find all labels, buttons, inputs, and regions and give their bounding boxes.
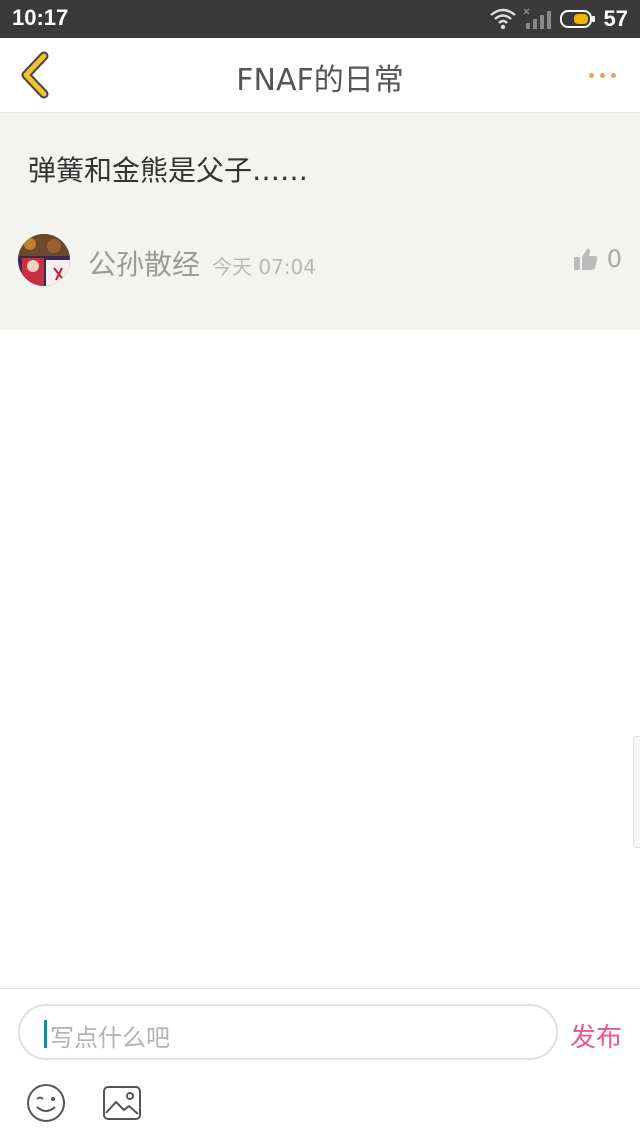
text-caret [44,1020,47,1048]
publish-button[interactable]: 发布 [570,1017,622,1054]
avatar-image [18,234,70,286]
image-icon [103,1086,141,1120]
status-bar: 10:17 57 [0,0,640,38]
image-button[interactable] [102,1085,142,1121]
signal-icon [523,8,551,29]
page-title: FNAF的日常 [236,63,404,98]
more-button[interactable] [582,60,622,90]
chevron-left-icon [21,51,49,99]
like-count: 0 [606,245,622,273]
comment-composer: 写点什么吧 发布 [0,988,640,1139]
post-card: 弹簧和金熊是父子…… 公孙散经 今天 07:04 0 [0,113,640,330]
post-time: 今天 07:04 [212,255,316,279]
smiley-icon [27,1084,65,1122]
status-time: 10:17 [12,5,69,30]
author-name[interactable]: 公孙散经 [88,243,200,283]
back-button[interactable] [14,50,58,100]
post-text: 弹簧和金熊是父子…… [28,154,309,187]
title-bar: FNAF的日常 [0,38,640,113]
emoji-button[interactable] [26,1083,66,1123]
scroll-handle[interactable] [633,736,640,848]
more-dots-icon [588,72,594,78]
battery-icon [559,10,595,28]
status-icons: 57 [489,6,628,32]
avatar[interactable] [18,234,70,286]
comment-input[interactable]: 写点什么吧 [18,1004,558,1060]
thumbs-up-icon [573,248,598,270]
comment-placeholder: 写点什么吧 [50,1024,170,1052]
like-button[interactable]: 0 [573,245,622,273]
wifi-icon [489,8,516,30]
battery-level: 57 [603,6,628,31]
